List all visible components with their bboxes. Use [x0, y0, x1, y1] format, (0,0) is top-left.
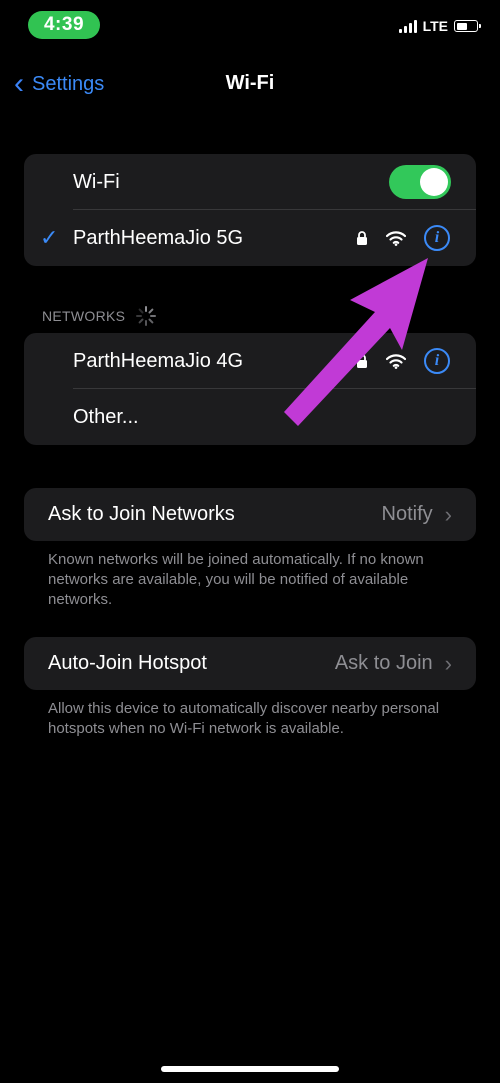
carrier-label: LTE: [422, 18, 448, 34]
loading-spinner-icon: [136, 306, 157, 326]
battery-icon: [454, 20, 481, 32]
connected-network-name: ParthHeemaJio 5G: [73, 226, 244, 249]
ask-to-join-label: Ask to Join Networks: [48, 503, 235, 525]
home-indicator[interactable]: [161, 1066, 339, 1072]
network-name: ParthHeemaJio 4G: [73, 349, 244, 372]
wifi-signal-icon: [386, 230, 406, 246]
ask-to-join-content: Ask to Join Networks Notify ›: [24, 488, 476, 541]
networks-section-header: NETWORKS: [42, 305, 157, 327]
chevron-right-icon: ›: [444, 650, 452, 676]
network-icons: i: [356, 225, 450, 251]
ask-to-join-note: Known networks will be joined automatica…: [48, 551, 424, 608]
annotation-arrow-icon: [284, 258, 428, 426]
checkmark-icon: ✓: [40, 225, 59, 250]
page-title: Wi-Fi: [225, 72, 275, 94]
ask-to-join-value: Notify: [381, 503, 433, 525]
ask-to-join-row[interactable]: Ask to Join Networks Notify ›: [24, 488, 476, 541]
auto-join-value-group: Ask to Join ›: [335, 651, 452, 677]
wifi-toggle[interactable]: [389, 165, 451, 199]
wifi-toggle-row: Wi-Fi: [24, 154, 476, 210]
toggle-knob: [420, 168, 448, 196]
status-time: 4:39: [28, 11, 100, 39]
auto-join-label: Auto-Join Hotspot: [48, 652, 207, 674]
other-network-label: Other...: [73, 405, 139, 428]
wifi-toggle-label: Wi-Fi: [73, 170, 120, 193]
auto-join-content: Auto-Join Hotspot Ask to Join ›: [24, 637, 476, 690]
auto-join-note: Allow this device to automatically disco…: [48, 700, 440, 737]
auto-join-value: Ask to Join: [334, 652, 433, 674]
cellular-signal-icon: [398, 19, 417, 33]
auto-join-row[interactable]: Auto-Join Hotspot Ask to Join ›: [24, 637, 476, 690]
info-icon[interactable]: i: [424, 225, 450, 251]
lock-icon: [357, 231, 367, 245]
networks-header-label: NETWORKS: [42, 308, 126, 324]
status-indicators: LTE: [398, 18, 481, 34]
ask-to-join-value-group: Notify ›: [382, 502, 452, 528]
chevron-right-icon: ›: [444, 501, 452, 527]
